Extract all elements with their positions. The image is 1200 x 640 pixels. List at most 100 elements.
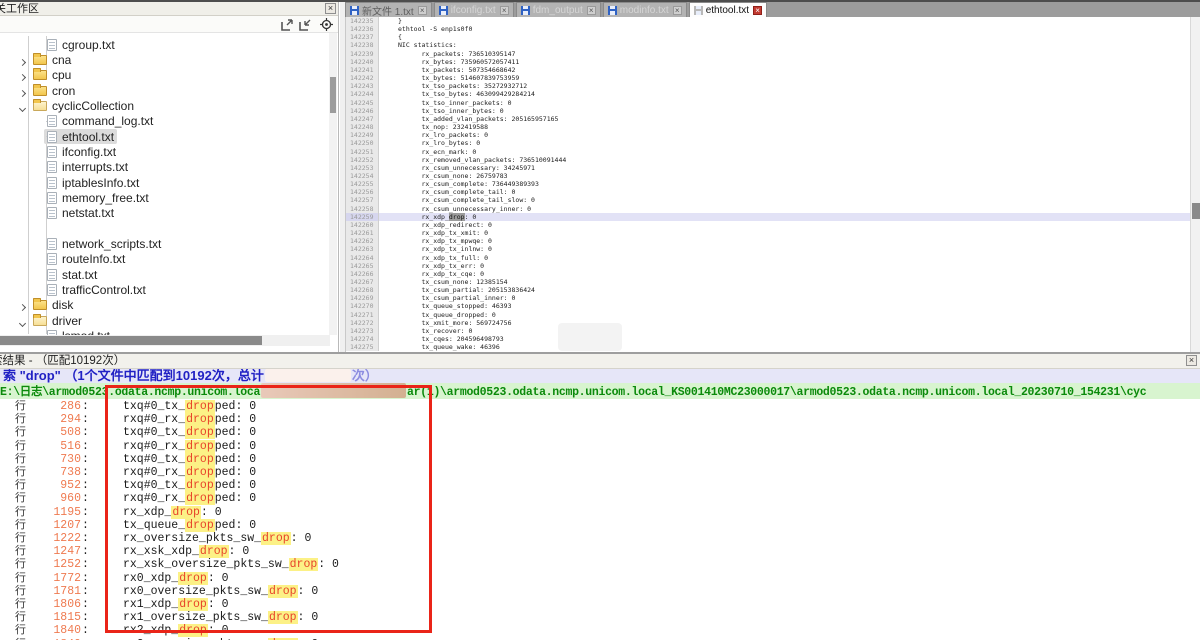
result-row-line-286[interactable]: 行286:txq#0_tx_dropped: 0 — [0, 400, 1200, 413]
chevron-right-icon[interactable] — [19, 59, 26, 66]
editor-line[interactable]: 142243 tx_tso_packets: 35272932712 — [346, 82, 1190, 90]
tab-close-icon[interactable]: × — [587, 6, 596, 15]
editor-line[interactable]: 142267 tx_csum_none: 12385154 — [346, 278, 1190, 286]
result-row-line-1195[interactable]: 行1195:rx_xdp_drop: 0 — [0, 506, 1200, 519]
result-row-line-960[interactable]: 行960:rxq#0_rx_dropped: 0 — [0, 492, 1200, 505]
result-row-line-738[interactable]: 行738:rxq#0_rx_dropped: 0 — [0, 466, 1200, 479]
result-row-line-1840[interactable]: 行1840:rx2_xdp_drop: 0 — [0, 624, 1200, 637]
editor-line[interactable]: 142272 tx_xmit_more: 569724756 — [346, 319, 1190, 327]
editor-vscroll-thumb[interactable] — [1192, 203, 1200, 219]
locate-target-icon[interactable] — [320, 18, 333, 31]
tree-item-cna[interactable]: cna — [0, 52, 330, 67]
editor-line[interactable]: 142261 rx_xdp_tx_xmit: 0 — [346, 229, 1190, 237]
tree-item-netstat-txt[interactable]: netstat.txt — [0, 206, 330, 221]
editor-line[interactable]: 142244 tx_tso_bytes: 463099429284214 — [346, 90, 1190, 98]
result-row-line-1781[interactable]: 行1781:rx0_oversize_pkts_sw_drop: 0 — [0, 585, 1200, 598]
editor-line[interactable]: 142254 rx_csum_none: 26759783 — [346, 172, 1190, 180]
tree-item-memory_free-txt[interactable]: memory_free.txt — [0, 191, 330, 206]
tree-item-cron[interactable]: cron — [0, 83, 330, 98]
editor-line[interactable]: 142247 tx_added_vlan_packets: 2051659571… — [346, 115, 1190, 123]
editor-line[interactable]: 142251 rx_ecn_mark: 0 — [346, 148, 1190, 156]
results-file-path-line[interactable]: E:\日志\armod0523.odata.ncmp.unicom.locaar… — [0, 383, 1200, 399]
editor-line[interactable]: 142253 rx_csum_unnecessary: 34245971 — [346, 164, 1190, 172]
chevron-down-icon[interactable] — [19, 105, 26, 112]
jump-back-icon[interactable] — [299, 18, 312, 31]
tree-hscroll-thumb[interactable] — [0, 336, 262, 345]
editor-line[interactable]: 142263 rx_xdp_tx_inlnw: 0 — [346, 245, 1190, 253]
editor-line[interactable]: 142257 rx_csum_complete_tail_slow: 0 — [346, 196, 1190, 204]
editor-line[interactable]: 142265 rx_xdp_tx_err: 0 — [346, 262, 1190, 270]
editor-line[interactable]: 142240 rx_bytes: 735960572057411 — [346, 58, 1190, 66]
result-row-line-1207[interactable]: 行1207:tx_queue_dropped: 0 — [0, 519, 1200, 532]
editor-line[interactable]: 142275 tx_queue_wake: 46396 — [346, 343, 1190, 351]
editor-line[interactable]: 142238NIC statistics: — [346, 41, 1190, 49]
result-row-line-1247[interactable]: 行1247:rx_xsk_xdp_drop: 0 — [0, 545, 1200, 558]
editor-line[interactable]: 142237{ — [346, 33, 1190, 41]
editor-line[interactable]: 142259 rx_xdp_drop: 0 — [346, 213, 1190, 221]
result-row-line-1806[interactable]: 行1806:rx1_xdp_drop: 0 — [0, 598, 1200, 611]
tab-close-icon[interactable]: × — [673, 6, 682, 15]
tree-item-interrupts-txt[interactable]: interrupts.txt — [0, 160, 330, 175]
editor-line[interactable]: 142246 tx_tso_inner_bytes: 0 — [346, 107, 1190, 115]
tree-item-command_log-txt[interactable]: command_log.txt — [0, 114, 330, 129]
editor-line[interactable]: 142256 rx_csum_complete_tail: 0 — [346, 188, 1190, 196]
tab-ethtool-txt[interactable]: ethtool.txt× — [689, 2, 767, 17]
tab-close-icon[interactable]: × — [753, 6, 762, 15]
editor-line[interactable]: 142274 tx_cqes: 204596498793 — [346, 335, 1190, 343]
editor-line[interactable]: 142236ethtool -S enp1s0f0 — [346, 25, 1190, 33]
jump-forward-icon[interactable] — [281, 18, 294, 31]
tree-item-ifconfig-txt[interactable]: ifconfig.txt — [0, 144, 330, 159]
tab-close-icon[interactable]: × — [500, 6, 509, 15]
chevron-right-icon[interactable] — [19, 304, 26, 311]
editor-line[interactable]: 142239 rx_packets: 736510395147 — [346, 50, 1190, 58]
editor-line[interactable]: 142252 rx_removed_vlan_packets: 73651009… — [346, 156, 1190, 164]
tab-close-icon[interactable]: × — [418, 6, 427, 15]
editor-line[interactable]: 142235} — [346, 17, 1190, 25]
tree-item-routeinfo-txt[interactable]: routeInfo.txt — [0, 252, 330, 267]
chevron-right-icon[interactable] — [19, 90, 26, 97]
tab-fdm_output[interactable]: fdm_output× — [516, 2, 601, 17]
tab--1-txt[interactable]: 新文件 1.txt× — [345, 2, 432, 17]
tree-item-cycliccollection[interactable]: cyclicCollection — [0, 98, 330, 113]
tree-item-cgroup-txt[interactable]: cgroup.txt — [0, 37, 330, 52]
editor-vertical-scrollbar[interactable] — [1190, 17, 1200, 352]
editor-line[interactable]: 142249 rx_lro_packets: 0 — [346, 131, 1190, 139]
tab-modinfo-txt[interactable]: modinfo.txt× — [603, 2, 687, 17]
tree-item-disk[interactable]: disk — [0, 298, 330, 313]
editor-line[interactable]: 142264 rx_xdp_tx_full: 0 — [346, 254, 1190, 262]
tree-item-iptablesinfo-txt[interactable]: iptablesInfo.txt — [0, 175, 330, 190]
result-row-line-730[interactable]: 行730:txq#0_tx_dropped: 0 — [0, 453, 1200, 466]
result-row-line-1815[interactable]: 行1815:rx1_oversize_pkts_sw_drop: 0 — [0, 611, 1200, 624]
editor-line[interactable]: 142250 rx_lro_bytes: 0 — [346, 139, 1190, 147]
tab-ifconfig-txt[interactable]: ifconfig.txt× — [434, 2, 514, 17]
editor-line[interactable]: 142266 rx_xdp_tx_cqe: 0 — [346, 270, 1190, 278]
result-row-line-952[interactable]: 行952:txq#0_tx_dropped: 0 — [0, 479, 1200, 492]
tree-item-trafficcontrol-txt[interactable]: trafficControl.txt — [0, 283, 330, 298]
result-row-line-1772[interactable]: 行1772:rx0_xdp_drop: 0 — [0, 572, 1200, 585]
result-row-line-1222[interactable]: 行1222:rx_oversize_pkts_sw_drop: 0 — [0, 532, 1200, 545]
editor-line[interactable]: 142262 rx_xdp_tx_mpwqe: 0 — [346, 237, 1190, 245]
tree-vscroll-thumb[interactable] — [330, 77, 336, 113]
workspace-close-icon[interactable]: × — [325, 3, 336, 14]
editor-line[interactable]: 142260 rx_xdp_redirect: 0 — [346, 221, 1190, 229]
tree-item-stat-txt[interactable]: stat.txt — [0, 267, 330, 282]
chevron-down-icon[interactable] — [19, 320, 26, 327]
editor-line[interactable]: 142271 tx_queue_dropped: 0 — [346, 311, 1190, 319]
tree-item-cpu[interactable]: cpu — [0, 68, 330, 83]
results-close-icon[interactable]: × — [1186, 355, 1197, 366]
tree-vertical-scrollbar[interactable] — [329, 33, 337, 335]
result-row-line-508[interactable]: 行508:txq#0_tx_dropped: 0 — [0, 426, 1200, 439]
editor-line[interactable]: 142242 tx_bytes: 514607839753959 — [346, 74, 1190, 82]
editor-pane[interactable]: 142235}142236ethtool -S enp1s0f0142237{1… — [345, 17, 1190, 352]
editor-line[interactable]: 142241 tx_packets: 507354668642 — [346, 66, 1190, 74]
editor-line[interactable]: 142268 tx_csum_partial: 205153836424 — [346, 286, 1190, 294]
editor-line[interactable]: 142273 tx_recover: 0 — [346, 327, 1190, 335]
tree-item-network_scripts-txt[interactable]: network_scripts.txt — [0, 237, 330, 252]
result-row-line-1252[interactable]: 行1252:rx_xsk_oversize_pkts_sw_drop: 0 — [0, 558, 1200, 571]
editor-line[interactable]: 142269 tx_csum_partial_inner: 0 — [346, 294, 1190, 302]
editor-line[interactable]: 142258 rx_csum_unnecessary_inner: 0 — [346, 205, 1190, 213]
editor-line[interactable]: 142255 rx_csum_complete: 736449389393 — [346, 180, 1190, 188]
tree-horizontal-scrollbar[interactable] — [0, 335, 330, 346]
editor-line[interactable]: 142245 tx_tso_inner_packets: 0 — [346, 99, 1190, 107]
chevron-right-icon[interactable] — [19, 74, 26, 81]
